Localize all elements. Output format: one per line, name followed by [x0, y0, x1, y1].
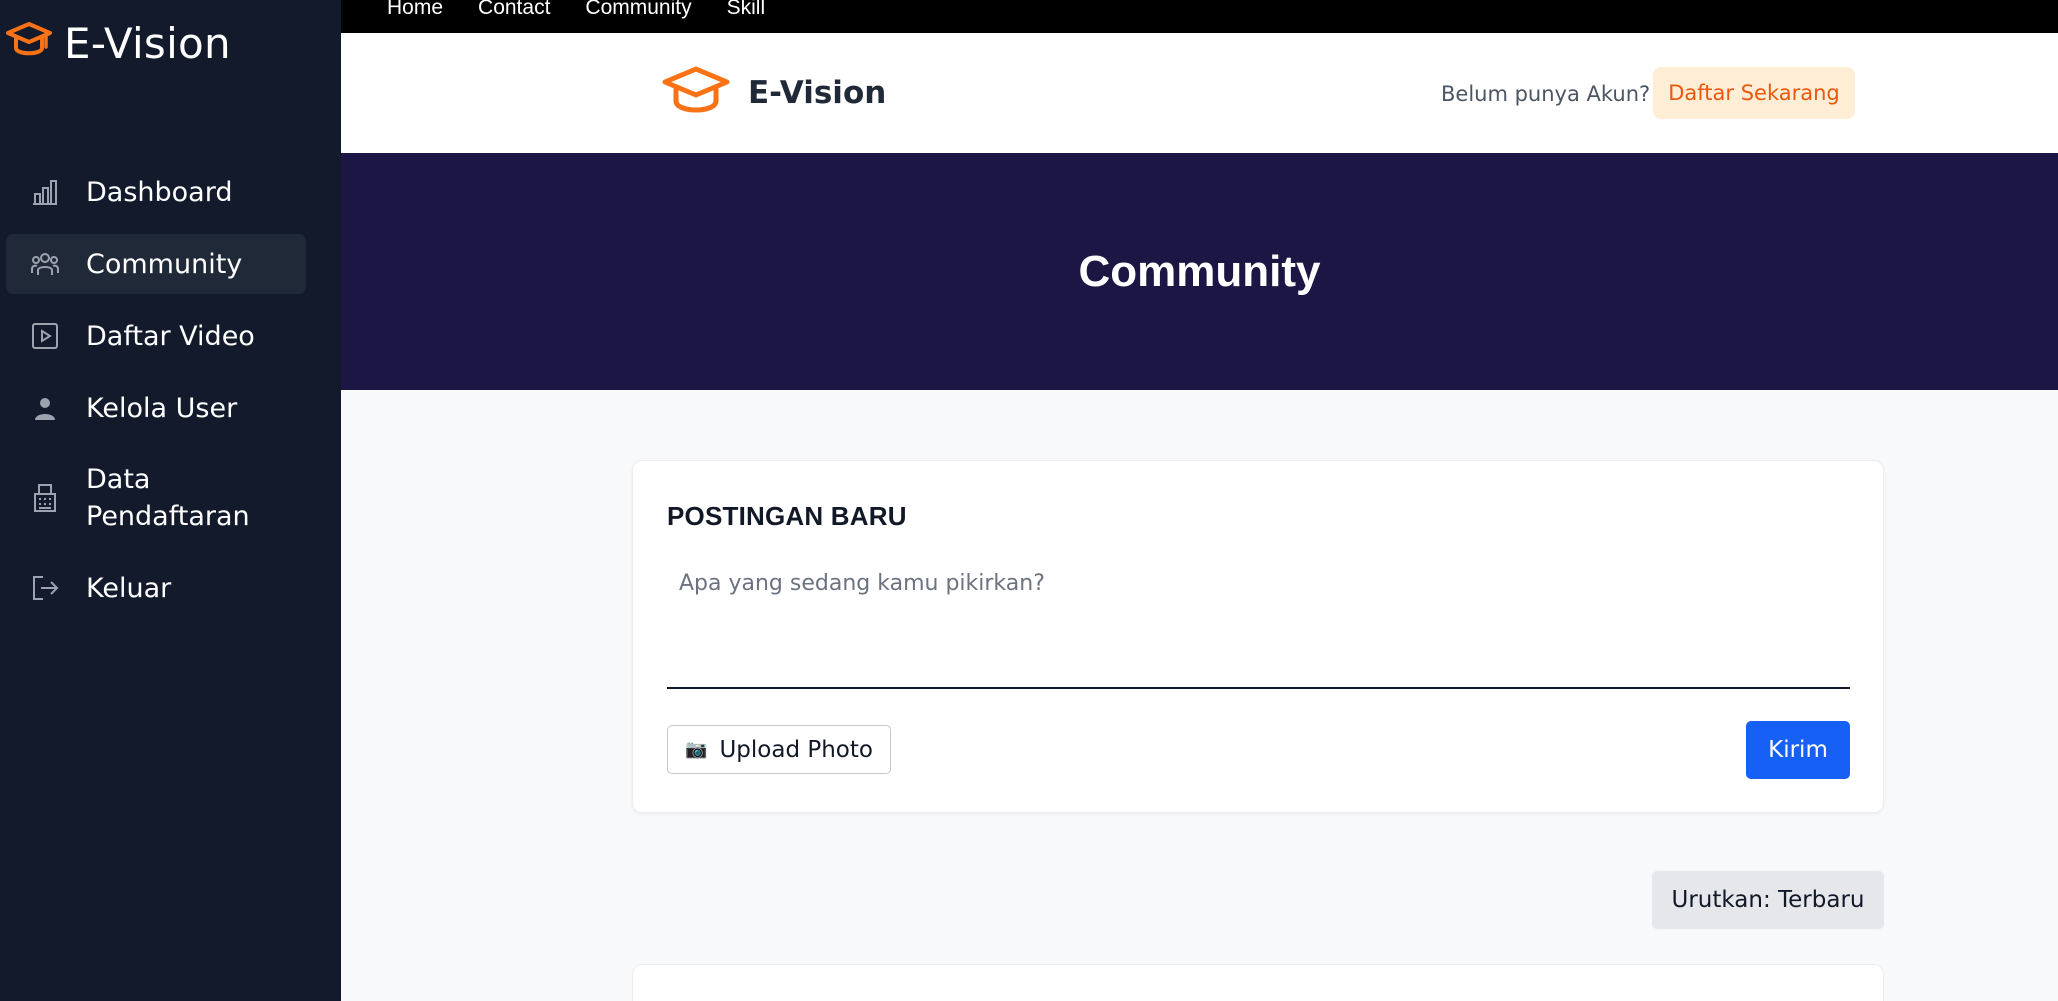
header-brand-name: E-Vision	[748, 75, 887, 111]
sidebar-brand-name: E-Vision	[64, 18, 231, 68]
header-logo[interactable]: E-Vision	[662, 65, 886, 121]
post-card	[632, 964, 1884, 1001]
logout-icon	[30, 573, 60, 603]
sidebar-item-label: Daftar Video	[86, 320, 255, 352]
sidebar-item-community[interactable]: Community	[6, 234, 306, 294]
sidebar-nav: Dashboard Community Daftar Video Kelola …	[6, 162, 306, 630]
top-nav-links: Home Contact Community Skill	[387, 0, 765, 20]
top-nav-contact[interactable]: Contact	[478, 0, 550, 20]
send-button[interactable]: Kirim	[1746, 721, 1850, 779]
upload-photo-button[interactable]: 📷 Upload Photo	[667, 725, 891, 774]
sidebar-item-daftar-video[interactable]: Daftar Video	[6, 306, 306, 366]
chart-bar-icon	[30, 177, 60, 207]
graduation-cap-icon	[662, 65, 730, 121]
hero-banner: Community	[341, 153, 2058, 390]
top-nav-home[interactable]: Home	[387, 0, 443, 20]
sidebar-item-dashboard[interactable]: Dashboard	[6, 162, 306, 222]
sidebar-brand[interactable]: E-Vision	[6, 16, 231, 70]
sidebar-item-label: Kelola User	[86, 392, 238, 424]
account-prompt: Belum punya Akun?	[1441, 82, 1651, 106]
post-content-input[interactable]	[667, 563, 1850, 689]
page-header: E-Vision Belum punya Akun? Daftar Sekara…	[341, 33, 2058, 153]
sidebar-item-kelola-user[interactable]: Kelola User	[6, 378, 306, 438]
sidebar-item-label: Data Pendaftaran	[86, 464, 250, 532]
new-post-title: POSTINGAN BARU	[667, 501, 907, 531]
sidebar-item-data-pendaftaran[interactable]: Data Pendaftaran	[6, 450, 306, 546]
register-button[interactable]: Daftar Sekarang	[1653, 67, 1855, 119]
sidebar-item-label: Community	[86, 248, 243, 280]
graduation-cap-icon	[6, 20, 52, 66]
sidebar-item-label: Keluar	[86, 572, 172, 604]
page-title: Community	[1078, 246, 1321, 296]
sidebar: E-Vision Dashboard Community Daftar Vide…	[0, 0, 341, 1001]
video-play-icon	[30, 321, 60, 351]
top-nav-skill[interactable]: Skill	[727, 0, 766, 20]
sort-dropdown-button[interactable]: Urutkan: Terbaru	[1652, 871, 1884, 929]
user-icon	[30, 393, 60, 423]
users-icon	[30, 249, 60, 279]
upload-photo-label: Upload Photo	[719, 736, 873, 763]
top-nav-community[interactable]: Community	[585, 0, 691, 20]
new-post-card: POSTINGAN BARU 📷 Upload Photo Kirim	[632, 460, 1884, 813]
top-nav: Home Contact Community Skill	[341, 0, 2058, 33]
register-icon	[30, 483, 60, 513]
camera-icon: 📷	[685, 739, 708, 760]
sidebar-item-label: Dashboard	[86, 176, 233, 208]
sidebar-item-keluar[interactable]: Keluar	[6, 558, 306, 618]
